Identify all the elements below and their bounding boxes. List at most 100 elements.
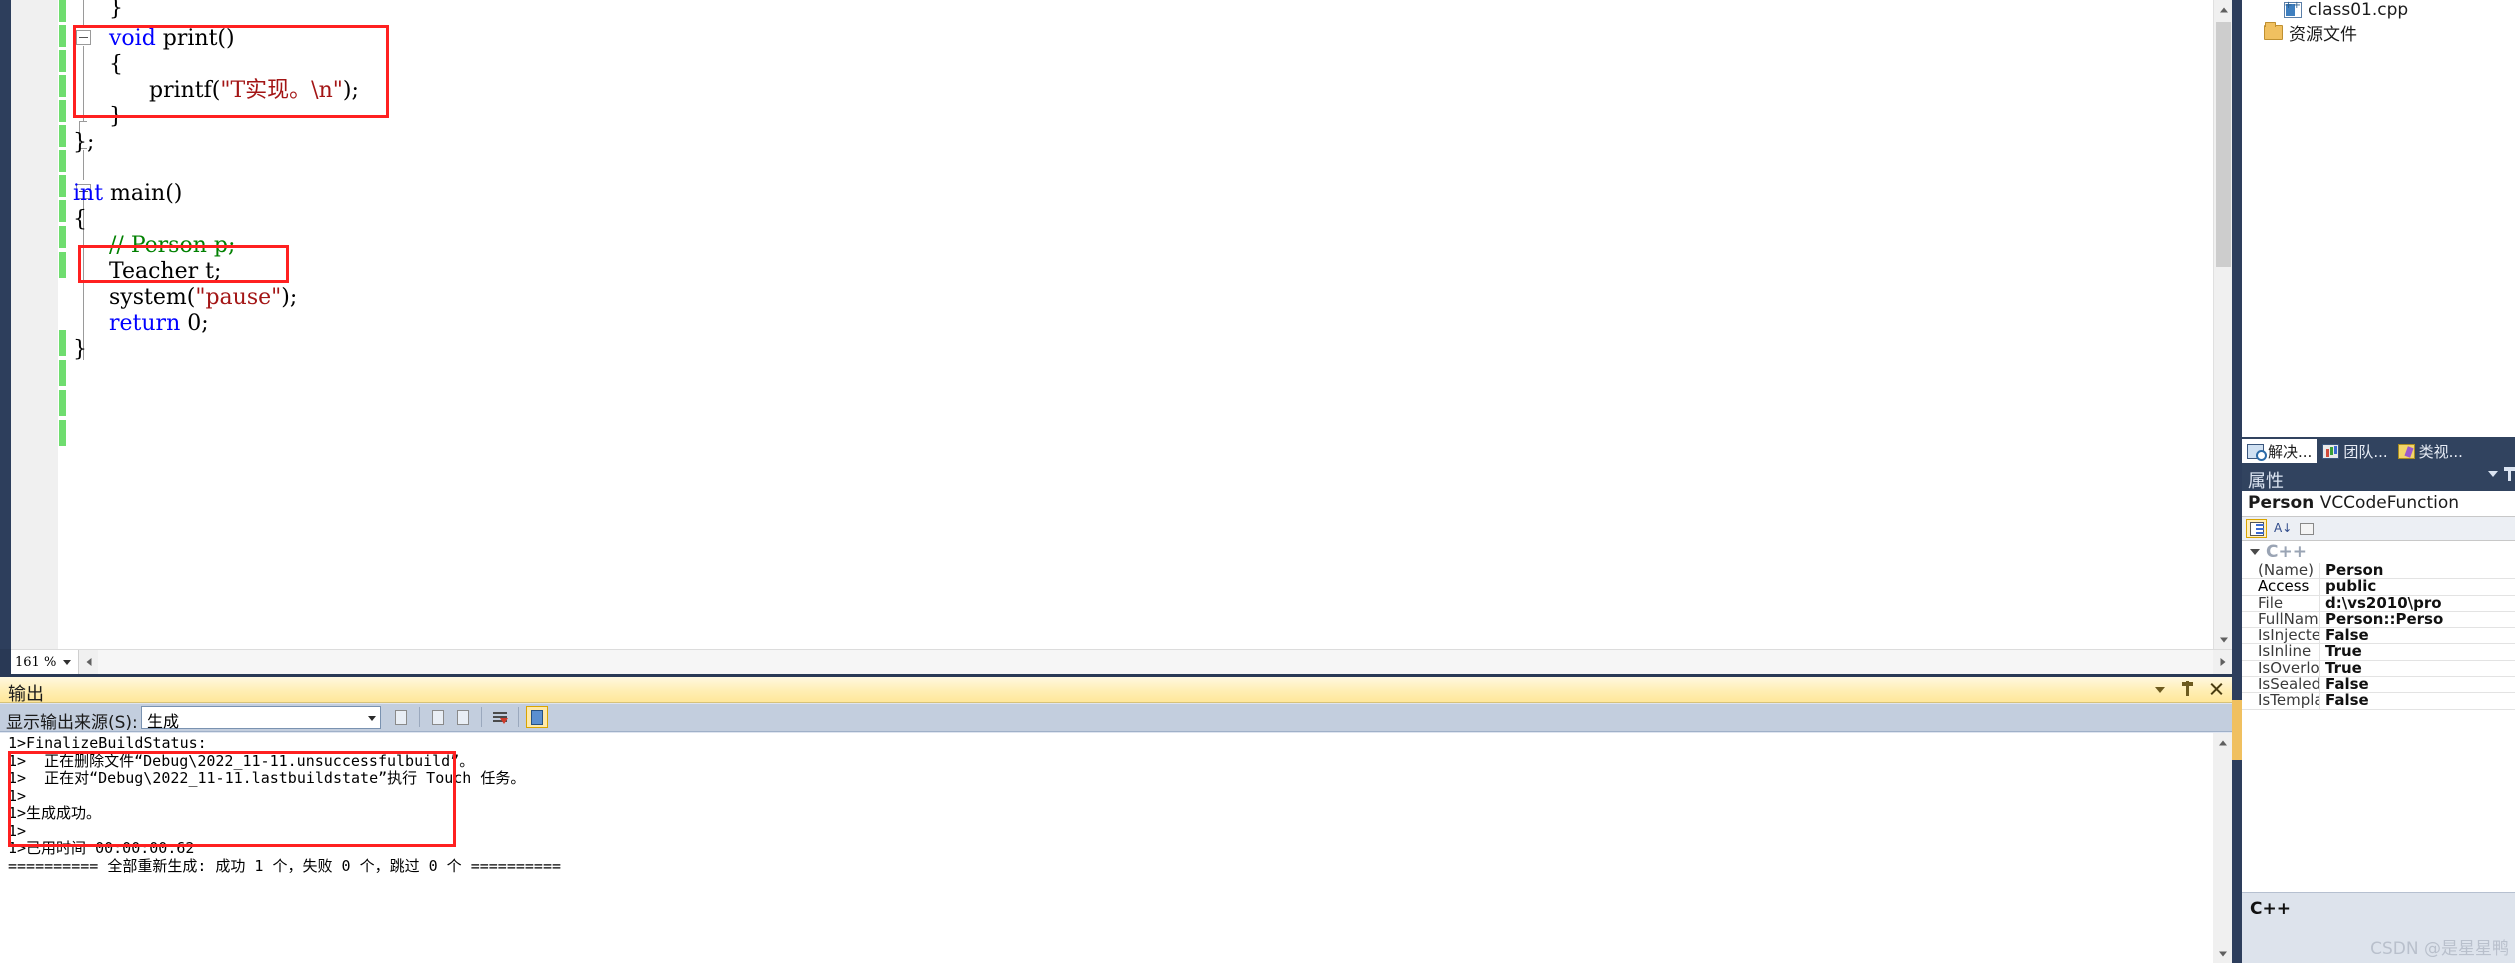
red-arrow-icon (500, 718, 508, 724)
tab-solution-explorer[interactable]: 解决... (2242, 439, 2318, 463)
property-value[interactable]: Person (2320, 563, 2515, 578)
watermark-text: CSDN @是星星鸭 (2370, 939, 2509, 959)
property-value[interactable]: False (2320, 628, 2515, 643)
chevron-down-icon (2155, 687, 2165, 693)
code-line: { (109, 52, 123, 77)
property-key: IsOverloaded (2242, 660, 2320, 677)
property-row[interactable]: IsInjectedFalse (2242, 628, 2515, 645)
tree-item-resource-files[interactable]: 资源文件 (2264, 20, 2357, 45)
chevron-down-icon[interactable] (63, 660, 71, 665)
properties-object-type: VCCodeFunction (2319, 493, 2460, 513)
code-line: return 0; (109, 311, 209, 336)
right-edge-highlight (2232, 700, 2242, 760)
properties-toolbar: A↓ (2242, 517, 2515, 541)
categorized-icon (2250, 522, 2264, 536)
property-value[interactable]: d:\vs2010\pro (2320, 596, 2515, 611)
property-row[interactable]: IsSealed False (2242, 677, 2515, 694)
chevron-right-icon (2220, 658, 2225, 666)
property-key: File (2242, 595, 2320, 611)
scroll-down-arrow[interactable] (2213, 944, 2232, 963)
output-source-select[interactable]: 生成 (141, 706, 381, 731)
scroll-left-arrow[interactable] (79, 650, 98, 674)
property-key: IsInjected (2242, 628, 2320, 644)
property-row[interactable]: Access public (2242, 579, 2515, 596)
code-line: system("pause"); (109, 285, 298, 310)
h-scroll-track[interactable] (98, 650, 2213, 674)
property-row[interactable]: (Name) Person (2242, 563, 2515, 580)
pin-icon[interactable] (2504, 467, 2515, 481)
toolbar-separator (518, 707, 519, 727)
properties-description-title: C++ (2250, 899, 2291, 919)
properties-group-cpp[interactable]: C++ (2242, 541, 2515, 563)
property-value[interactable]: True (2320, 644, 2515, 659)
next-message-button[interactable] (452, 706, 474, 728)
tree-item-class01-cpp[interactable]: class01.cpp (2284, 0, 2408, 20)
tab-label: 类视... (2418, 442, 2463, 461)
solution-explorer-tree[interactable]: class01.cpp 资源文件 (2242, 0, 2515, 437)
property-value[interactable]: False (2320, 677, 2515, 692)
editor-horizontal-scrollbar[interactable] (79, 650, 2232, 674)
properties-header-buttons (2488, 467, 2515, 481)
property-pages-button[interactable] (2296, 519, 2317, 538)
property-row[interactable]: File d:\vs2010\pro (2242, 595, 2515, 612)
chevron-down-icon (2250, 549, 2260, 555)
output-text-area[interactable]: 1>FinalizeBuildStatus: 1> 正在删除文件“Debug\2… (0, 733, 2213, 963)
document-icon (395, 710, 407, 725)
solution-explorer-icon (2247, 443, 2267, 461)
clear-output-button[interactable] (489, 706, 511, 728)
document-down-icon (457, 710, 469, 725)
property-row[interactable]: IsTemplateFalse (2242, 693, 2515, 710)
chevron-down-icon (368, 716, 376, 721)
cpp-file-icon (2284, 0, 2302, 18)
editor-left-edge (0, 0, 11, 649)
dock-panel-tabs: 解决... 团队... 类视... (2242, 437, 2515, 463)
tree-item-label: 资源文件 (2289, 25, 2357, 45)
property-value[interactable]: False (2320, 693, 2515, 708)
output-toolbar: 显示输出来源(S): 生成 (0, 704, 2232, 733)
property-key: (Name) (2242, 563, 2320, 579)
output-close-button[interactable] (2208, 679, 2224, 699)
output-menu-button[interactable] (2152, 679, 2168, 699)
scroll-up-arrow[interactable] (2213, 733, 2232, 752)
code-line: } (73, 337, 87, 362)
editor-vertical-scrollbar[interactable] (2213, 0, 2232, 649)
property-row[interactable]: IsInline True (2242, 644, 2515, 661)
categorized-view-button[interactable] (2246, 519, 2267, 538)
property-value[interactable]: True (2320, 661, 2515, 676)
tab-team-explorer[interactable]: 团队... (2317, 439, 2392, 463)
sort-az-icon: A↓ (2274, 521, 2293, 535)
code-editor-pane[interactable]: } void print() { printf("T实现。\n"); } }; … (11, 0, 2232, 649)
class-view-icon (2397, 443, 2415, 459)
code-text-layer[interactable]: } void print() { printf("T实现。\n"); } }; … (11, 0, 2232, 649)
output-pane: 输出 显示输出来源(S): 生成 1>FinalizeBuildStatus: … (0, 677, 2232, 963)
scroll-down-arrow[interactable] (2214, 630, 2232, 649)
toggle-word-wrap-button[interactable] (526, 706, 548, 728)
property-row[interactable]: FullNamePerson::Perso (2242, 611, 2515, 629)
previous-message-button[interactable] (427, 706, 449, 728)
zoom-level-combo[interactable]: 161 % (11, 650, 79, 674)
scrollbar-thumb[interactable] (2216, 22, 2231, 267)
chevron-left-icon (86, 658, 91, 666)
pin-icon (2182, 681, 2193, 696)
alphabetical-sort-button[interactable]: A↓ (2271, 519, 2292, 538)
property-value[interactable]: public (2320, 579, 2515, 594)
output-text: 1>FinalizeBuildStatus: 1> 正在删除文件“Debug\2… (8, 734, 562, 875)
property-key: FullName (2242, 611, 2320, 628)
chevron-down-icon[interactable] (2488, 471, 2498, 477)
tab-class-view[interactable]: 类视... (2393, 439, 2468, 463)
property-row[interactable]: IsOverloadedTrue (2242, 660, 2515, 678)
output-source-value: 生成 (147, 712, 180, 731)
chevron-down-icon (2219, 637, 2228, 642)
clear-icon (493, 712, 507, 714)
output-pin-button[interactable] (2180, 679, 2196, 699)
chevron-down-icon (2218, 951, 2227, 956)
wordwrap-icon (531, 710, 543, 725)
property-key: IsInline (2242, 644, 2320, 660)
output-vertical-scrollbar[interactable] (2213, 733, 2232, 963)
property-value[interactable]: Person::Perso (2320, 612, 2515, 627)
scroll-right-arrow[interactable] (2213, 650, 2232, 674)
team-explorer-icon (2322, 443, 2340, 459)
tree-item-label: class01.cpp (2308, 0, 2409, 20)
goto-message-button[interactable] (390, 706, 412, 728)
scroll-up-arrow[interactable] (2214, 0, 2232, 19)
